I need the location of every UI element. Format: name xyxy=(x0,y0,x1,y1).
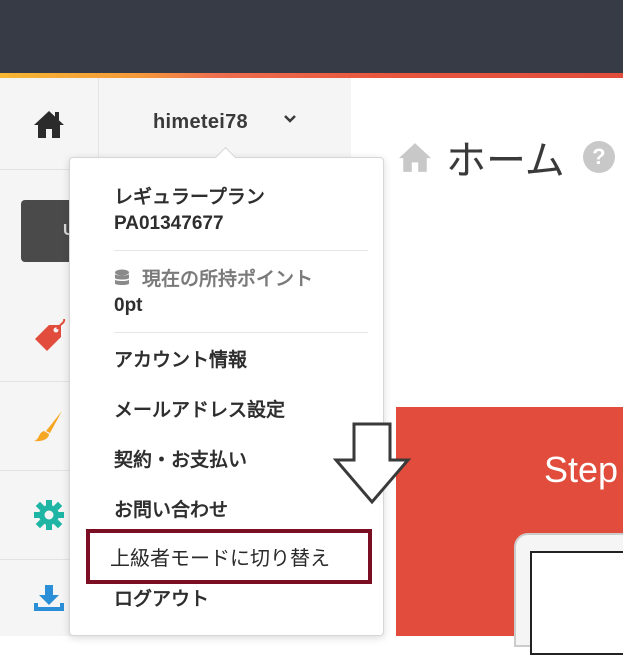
points-label: 現在の所持ポイント xyxy=(142,269,314,290)
home-icon xyxy=(34,110,64,138)
paintbrush-icon xyxy=(34,411,62,442)
database-icon xyxy=(115,269,129,285)
plan-name: レギュラープラン xyxy=(114,187,265,208)
plan-id: PA01347677 xyxy=(114,213,224,234)
username: himetei78 xyxy=(153,111,248,133)
page-title: ホーム ? xyxy=(396,128,615,186)
divider xyxy=(114,332,368,333)
menu-item-account-info[interactable]: アカウント情報 xyxy=(114,345,247,372)
menu-item-contract-payment[interactable]: 契約・お支払い xyxy=(114,445,247,472)
step-card-title: Step xyxy=(544,449,619,490)
menu-item-logout[interactable]: ログアウト xyxy=(114,584,209,611)
arrow-down-icon xyxy=(332,422,412,505)
points-value: 0pt xyxy=(114,295,143,316)
laptop-screen xyxy=(530,551,623,655)
gear-icon xyxy=(34,500,64,530)
laptop-illustration xyxy=(514,533,623,655)
download-icon xyxy=(34,585,64,611)
annotation-highlight-box xyxy=(86,529,372,584)
divider xyxy=(114,250,368,251)
page-title-text: ホーム xyxy=(446,138,565,184)
top-navigation-bar xyxy=(0,0,623,73)
menu-item-email-settings[interactable]: メールアドレス設定 xyxy=(114,395,285,422)
help-icon[interactable]: ? xyxy=(582,141,615,173)
home-icon xyxy=(399,143,431,172)
menu-item-contact[interactable]: お問い合わせ xyxy=(114,495,228,522)
points-label-row: 現在の所持ポイント xyxy=(114,264,313,291)
step-card[interactable]: Step xyxy=(396,407,623,655)
price-tag-icon xyxy=(35,319,66,351)
chevron-down-icon xyxy=(284,115,296,123)
